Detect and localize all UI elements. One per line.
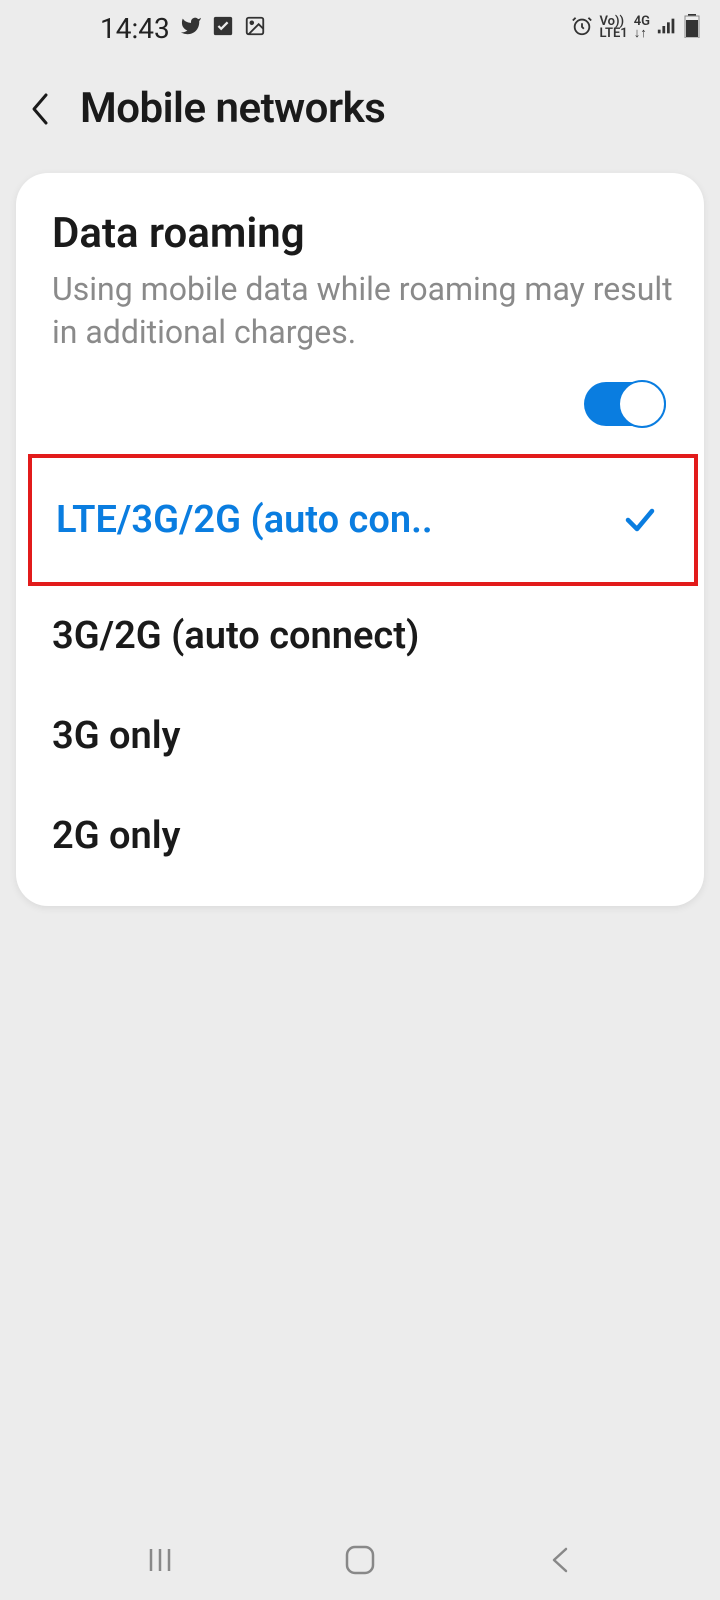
back-button[interactable] [24, 85, 56, 133]
volte-indicator: Vo)) LTE1 [599, 16, 627, 40]
signal-icon [656, 15, 678, 41]
alarm-icon [571, 15, 593, 41]
data-roaming-description: Using mobile data while roaming may resu… [52, 268, 678, 354]
option-label: LTE/3G/2G (auto con.. [56, 498, 433, 542]
option-label: 2G only [52, 814, 181, 858]
netgen-indicator: 4G ↓↑ [634, 16, 650, 40]
nav-back-button[interactable] [540, 1540, 580, 1580]
app-header: Mobile networks [0, 56, 720, 173]
option-label: 3G only [52, 714, 181, 758]
twitter-icon [180, 15, 202, 41]
data-roaming-title: Data roaming [52, 209, 678, 258]
status-left: 14:43 [100, 12, 266, 45]
image-icon [244, 15, 266, 41]
status-notification-icons [180, 15, 266, 41]
network-mode-option-3g-only[interactable]: 3G only [52, 686, 678, 786]
network-mode-option-lte-3g-2g[interactable]: LTE/3G/2G (auto con.. [56, 470, 670, 570]
status-right: Vo)) LTE1 4G ↓↑ [571, 14, 700, 42]
network-mode-option-2g-only[interactable]: 2G only [52, 786, 678, 886]
navigation-bar [0, 1520, 720, 1600]
toggle-knob [618, 380, 666, 428]
highlight-annotation: LTE/3G/2G (auto con.. [28, 454, 698, 586]
data-roaming-toggle[interactable] [584, 382, 666, 426]
check-icon [622, 502, 658, 538]
battery-icon [684, 14, 700, 42]
option-label: 3G/2G (auto connect) [52, 614, 419, 658]
status-time: 14:43 [100, 12, 170, 45]
page-title: Mobile networks [80, 84, 385, 133]
settings-card: Data roaming Using mobile data while roa… [16, 173, 704, 906]
status-bar: 14:43 Vo)) LTE1 4G ↓↑ [0, 0, 720, 56]
recents-button[interactable] [140, 1540, 180, 1580]
network-mode-option-3g-2g[interactable]: 3G/2G (auto connect) [52, 586, 678, 686]
data-roaming-toggle-row [52, 382, 678, 426]
checkbox-icon [212, 15, 234, 41]
home-button[interactable] [340, 1540, 380, 1580]
